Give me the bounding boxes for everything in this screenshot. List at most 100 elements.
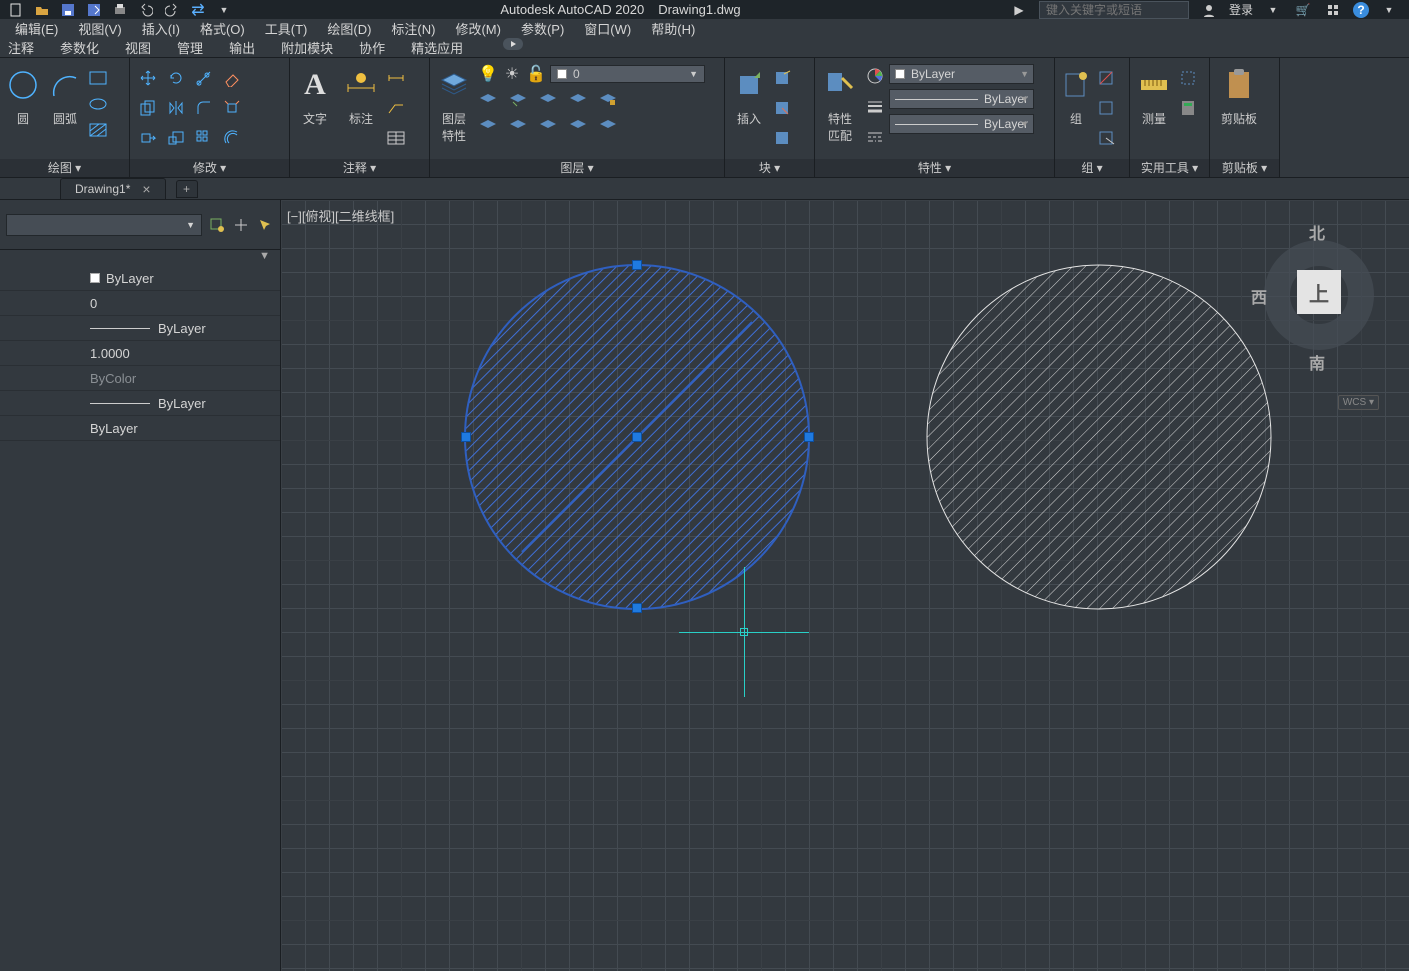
saveas-icon[interactable] — [86, 3, 102, 17]
panel-util-title[interactable]: 实用工具 ▾ — [1130, 159, 1209, 177]
offset-icon[interactable] — [222, 128, 242, 148]
layer-state-icon[interactable] — [598, 116, 618, 136]
layer-match-icon[interactable] — [478, 90, 498, 110]
menu-insert[interactable]: 插入(I) — [142, 19, 180, 38]
layer-unlock-icon[interactable] — [568, 116, 588, 136]
copy-icon[interactable] — [138, 98, 158, 118]
ribbon-tab-collab[interactable]: 协作 — [353, 38, 391, 57]
layer-isolate-icon[interactable] — [538, 90, 558, 110]
erase-icon[interactable] — [222, 68, 242, 88]
ribbon-tab-play-icon[interactable] — [483, 38, 529, 57]
prop-row-layer[interactable]: 0 — [0, 291, 280, 316]
layer-previous-icon[interactable] — [508, 90, 528, 110]
clipboard-button[interactable]: 剪贴板 — [1214, 62, 1264, 127]
menu-format[interactable]: 格式(O) — [200, 19, 245, 38]
search-play-icon[interactable]: ▶ — [1009, 2, 1029, 18]
app-icon[interactable] — [1323, 2, 1343, 18]
layer-lock2-icon[interactable] — [598, 90, 618, 110]
block-attr-icon[interactable] — [773, 128, 793, 148]
ellipse-icon[interactable] — [88, 94, 108, 114]
calculator-icon[interactable] — [1178, 98, 1198, 118]
fillet-icon[interactable] — [194, 98, 214, 118]
ribbon-tab-annotate[interactable]: 注释 — [2, 38, 40, 57]
edit-block-icon[interactable] — [773, 98, 793, 118]
group-select-icon[interactable] — [1097, 128, 1117, 148]
prop-row-color[interactable]: ByLayer — [0, 266, 280, 291]
layer-sun-icon[interactable]: ☀ — [502, 64, 522, 84]
multileader-icon[interactable] — [386, 98, 406, 118]
viewcube[interactable]: 上 北 南 西 — [1259, 220, 1379, 360]
ribbon-tab-manage[interactable]: 管理 — [171, 38, 209, 57]
measure-button[interactable]: 测量 — [1134, 62, 1174, 127]
object-type-dropdown[interactable]: ▼ — [6, 214, 202, 236]
palette-options-icon[interactable]: ▼ — [0, 250, 280, 266]
undo-icon[interactable] — [138, 3, 154, 17]
table-icon[interactable] — [386, 128, 406, 148]
ribbon-tab-param[interactable]: 参数化 — [54, 38, 105, 57]
drawing-canvas[interactable]: [−][俯视][二维线框] — [281, 200, 1409, 971]
white-circle[interactable] — [924, 262, 1274, 612]
grip-right[interactable] — [804, 432, 814, 442]
linetype-list-icon[interactable] — [865, 126, 885, 146]
menu-param[interactable]: 参数(P) — [521, 19, 564, 38]
lineweight-dropdown[interactable]: ByLayer▼ — [889, 89, 1034, 109]
viewcube-south[interactable]: 南 — [1309, 350, 1325, 374]
menu-window[interactable]: 窗口(W) — [584, 19, 631, 38]
lineweight-list-icon[interactable] — [865, 96, 885, 116]
search-input[interactable] — [1039, 1, 1189, 19]
menu-dimension[interactable]: 标注(N) — [391, 19, 435, 38]
ribbon-tab-addon[interactable]: 附加模块 — [275, 38, 339, 57]
grip-center[interactable] — [632, 432, 642, 442]
panel-clipboard-title[interactable]: 剪贴板 ▾ — [1210, 159, 1279, 177]
layer-lock-icon[interactable]: 🔓 — [526, 64, 546, 84]
add-tab-button[interactable]: + — [176, 180, 198, 198]
grip-bottom[interactable] — [632, 603, 642, 613]
cart-icon[interactable]: 🛒 — [1293, 2, 1313, 18]
layer-on-icon[interactable] — [508, 116, 528, 136]
text-button[interactable]: A 文字 — [294, 62, 336, 127]
layer-dropdown[interactable]: 0▼ — [550, 65, 705, 83]
mirror-icon[interactable] — [166, 98, 186, 118]
login-dropdown-icon[interactable]: ▼ — [1263, 2, 1283, 18]
insert-block-button[interactable]: 插入 — [729, 62, 769, 127]
group-edit-icon[interactable] — [1097, 98, 1117, 118]
panel-block-title[interactable]: 块 ▾ — [725, 159, 814, 177]
user-icon[interactable] — [1199, 2, 1219, 18]
move-icon[interactable] — [138, 68, 158, 88]
create-block-icon[interactable] — [773, 68, 793, 88]
viewcube-top-face[interactable]: 上 — [1297, 270, 1341, 314]
grip-top[interactable] — [632, 260, 642, 270]
new-icon[interactable] — [8, 3, 24, 17]
login-label[interactable]: 登录 — [1229, 1, 1253, 18]
array-icon[interactable] — [194, 128, 214, 148]
redo-icon[interactable] — [164, 3, 180, 17]
menu-view[interactable]: 视图(V) — [78, 19, 121, 38]
close-tab-icon[interactable]: × — [142, 181, 150, 197]
panel-annotate-title[interactable]: 注释 ▾ — [290, 159, 429, 177]
rotate-icon[interactable] — [166, 68, 186, 88]
panel-layer-title[interactable]: 图层 ▾ — [430, 159, 724, 177]
plot-icon[interactable] — [112, 3, 128, 17]
ribbon-tab-view[interactable]: 视图 — [119, 38, 157, 57]
file-tab[interactable]: Drawing1* × — [60, 178, 166, 199]
panel-draw-title[interactable]: 绘图 ▾ — [0, 159, 129, 177]
qat-dropdown-icon[interactable]: ▼ — [216, 3, 232, 17]
menu-draw[interactable]: 绘图(D) — [327, 19, 371, 38]
layer-off-icon[interactable] — [478, 116, 498, 136]
prop-row-lineweight[interactable]: ByLayer — [0, 391, 280, 416]
select-icon[interactable] — [1178, 68, 1198, 88]
viewcube-north[interactable]: 北 — [1309, 220, 1325, 244]
scale-icon[interactable] — [166, 128, 186, 148]
explode-icon[interactable] — [222, 98, 242, 118]
menu-edit[interactable]: 编辑(E) — [15, 19, 58, 38]
help-icon[interactable]: ? — [1353, 2, 1369, 18]
panel-properties-title[interactable]: 特性 ▾ — [815, 159, 1054, 177]
trim-icon[interactable] — [194, 68, 214, 88]
menu-modify[interactable]: 修改(M) — [455, 19, 501, 38]
prop-row-transparency[interactable]: ByLayer — [0, 416, 280, 441]
share-icon[interactable]: ⇄ — [190, 3, 206, 17]
hatch-icon[interactable] — [88, 120, 108, 140]
layer-freeze-icon[interactable] — [568, 90, 588, 110]
quick-select-icon[interactable] — [208, 216, 226, 234]
linetype-dropdown[interactable]: ByLayer▼ — [889, 114, 1034, 134]
